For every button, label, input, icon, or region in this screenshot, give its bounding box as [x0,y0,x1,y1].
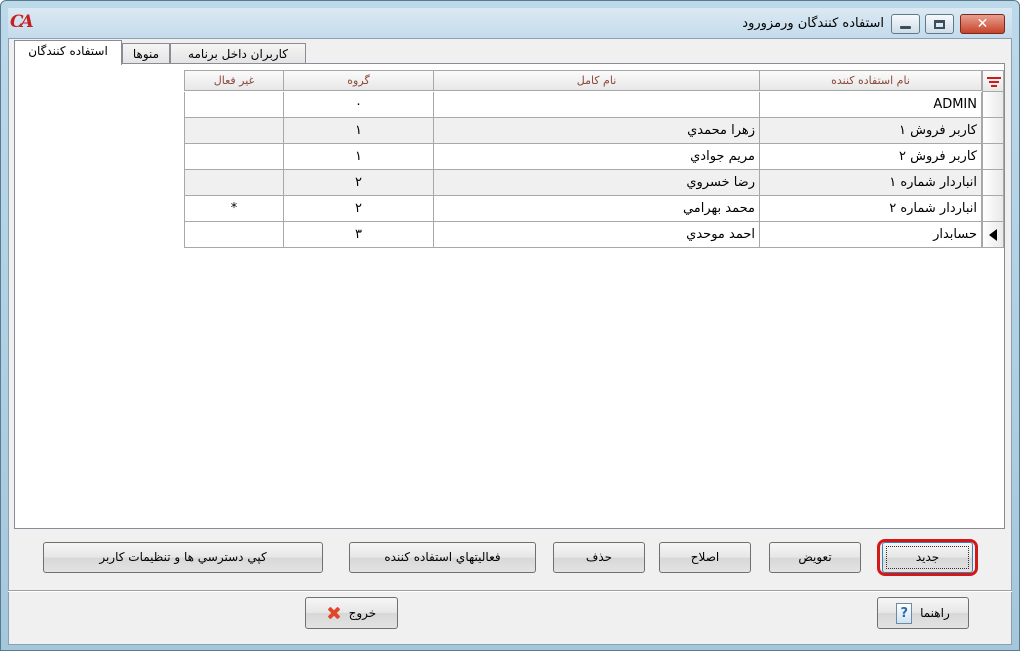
app-logo: CA [10,12,34,32]
row-indicator[interactable] [982,196,1004,222]
cell-group[interactable]: ٢ [284,196,434,222]
cell-inactive[interactable] [184,144,284,170]
new-button[interactable]: جديد [882,542,973,573]
cell-fullname[interactable]: زهرا محمدي [434,118,760,144]
table-row[interactable]: ٠ ADMIN [184,92,1004,118]
cell-fullname[interactable]: احمد موحدي [434,222,760,248]
exit-button[interactable]: خروج [305,597,398,629]
cell-group[interactable]: ٢ [284,170,434,196]
column-header-username[interactable]: نام استفاده كننده [760,70,982,91]
row-indicator[interactable] [982,92,1004,118]
table-row[interactable]: ٢ رضا خسروي انباردار شماره ١ [184,170,1004,196]
cell-group[interactable]: ٣ [284,222,434,248]
table-row[interactable]: ١ مريم جوادي كاربر فروش ٢ [184,144,1004,170]
cell-username[interactable]: كاربر فروش ٢ [760,144,982,170]
replace-button[interactable]: تعويض [769,542,861,573]
tab-program-users[interactable]: كاربران داخل برنامه [170,43,306,64]
cell-username[interactable]: انباردار شماره ١ [760,170,982,196]
cell-username[interactable]: انباردار شماره ٢ [760,196,982,222]
cell-inactive[interactable] [184,222,284,248]
current-row-indicator[interactable] [982,222,1004,248]
delete-button[interactable]: حذف [553,542,645,573]
tab-users[interactable]: استفاده كنندگان [14,40,122,65]
window-title: استفاده كنندگان ورمزورود [742,16,884,31]
cell-group[interactable]: ١ [284,118,434,144]
maximize-button[interactable] [925,14,954,34]
filter-icon[interactable] [982,70,1004,92]
tab-strip: استفاده كنندگان منوها كاربران داخل برنام… [14,40,1004,65]
cell-inactive[interactable] [184,118,284,144]
users-grid: غير فعال گروه نام كامل نام استفاده كننده… [184,70,1004,250]
edit-button[interactable]: اصلاح [659,542,751,573]
help-icon: ? [896,602,913,624]
column-header-inactive[interactable]: غير فعال [184,70,284,91]
table-row[interactable]: ٣ احمد موحدي حسابدار [184,222,1004,248]
cell-fullname[interactable]: محمد بهرامي [434,196,760,222]
row-indicator[interactable] [982,144,1004,170]
cell-group[interactable]: ٠ [284,92,434,118]
minimize-icon [900,25,911,29]
cell-username[interactable]: حسابدار [760,222,982,248]
column-header-group[interactable]: گروه [284,70,434,91]
help-button[interactable]: راهنما ? [877,597,969,629]
table-row[interactable]: ١ زهرا محمدي كاربر فروش ١ [184,118,1004,144]
cell-group[interactable]: ١ [284,144,434,170]
table-row[interactable]: * ٢ محمد بهرامي انباردار شماره ٢ [184,196,1004,222]
exit-label: خروج [348,605,377,620]
cell-fullname[interactable] [434,92,760,118]
cell-inactive[interactable]: * [184,196,284,222]
row-indicator[interactable] [982,170,1004,196]
user-activities-button[interactable]: فعاليتهاي استفاده كننده [349,542,536,573]
close-icon: ✕ [976,16,989,32]
cell-inactive[interactable] [184,92,284,118]
footer-separator [8,590,1012,592]
column-header-fullname[interactable]: نام كامل [434,70,760,91]
tab-menus[interactable]: منوها [122,43,170,64]
cell-fullname[interactable]: مريم جوادي [434,144,760,170]
maximize-icon [934,19,945,29]
close-button[interactable]: ✕ [960,14,1005,34]
cell-username[interactable]: ADMIN [760,92,982,118]
exit-icon [327,606,341,620]
help-label: راهنما [920,605,950,620]
cell-inactive[interactable] [184,170,284,196]
copy-access-button[interactable]: كپي دسترسي ها و تنظيمات كاربر [43,542,323,573]
minimize-button[interactable] [891,14,920,34]
row-indicator[interactable] [982,118,1004,144]
cell-fullname[interactable]: رضا خسروي [434,170,760,196]
current-row-arrow-icon [989,229,997,241]
cell-username[interactable]: كاربر فروش ١ [760,118,982,144]
